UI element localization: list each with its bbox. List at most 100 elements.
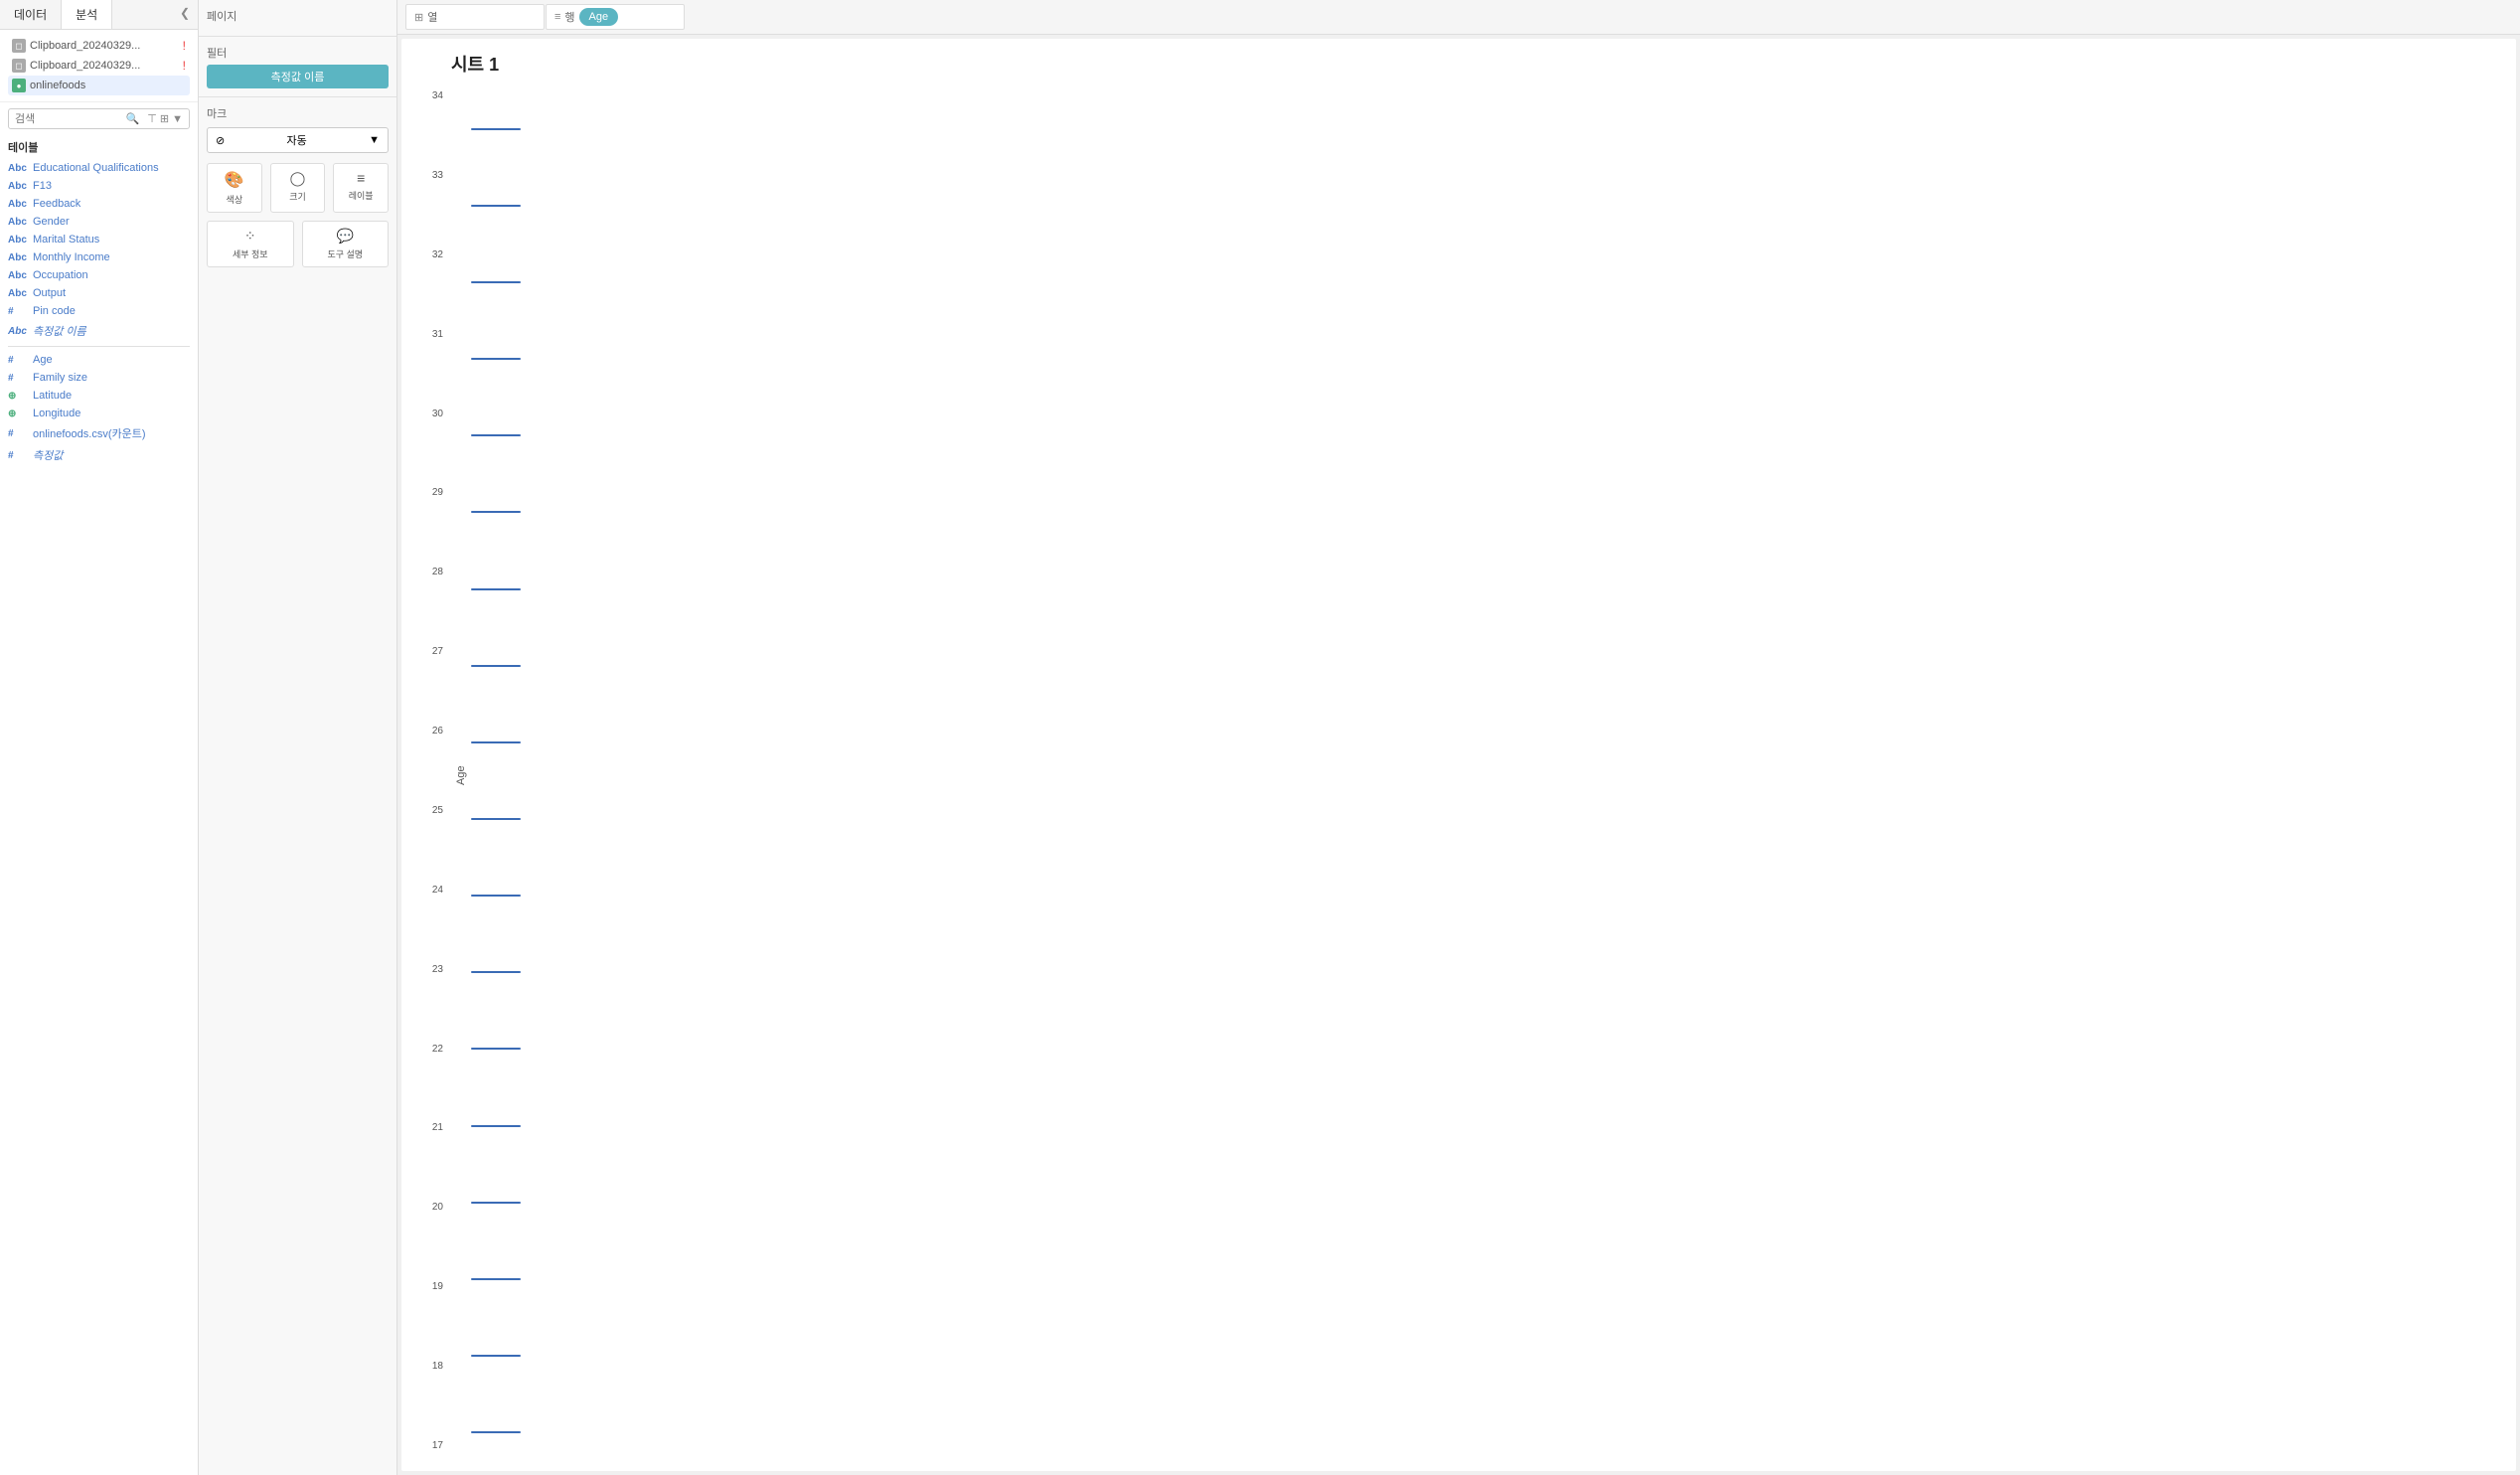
- field-marital-status[interactable]: Abc Marital Status: [0, 231, 198, 248]
- field-longitude[interactable]: ⊕ Longitude: [0, 405, 198, 422]
- chart-row-26: [471, 704, 2516, 780]
- field-monthly-income[interactable]: Abc Monthly Income: [0, 248, 198, 266]
- datasource-clipboard1[interactable]: ◻ Clipboard_20240329... !: [8, 36, 190, 56]
- filter-icons: ⊤ ⊞ ▼: [147, 112, 183, 125]
- y-label-17: 17: [432, 1440, 443, 1451]
- mark-line-20: [471, 1202, 521, 1204]
- error-dot-1: !: [183, 39, 186, 53]
- field-type-geo: ⊕: [8, 391, 28, 402]
- mark-line-25: [471, 818, 521, 820]
- y-label-33: 33: [432, 170, 443, 181]
- left-panel: 데이터 분석 ❮ ◻ Clipboard_20240329... ! ◻ Cli…: [0, 0, 199, 1475]
- y-label-28: 28: [432, 567, 443, 577]
- field-count[interactable]: # onlinefoods.csv(카운트): [0, 422, 198, 444]
- field-f13[interactable]: Abc F13: [0, 177, 198, 195]
- error-dot-2: !: [183, 59, 186, 73]
- mark-line-17: [471, 1431, 521, 1433]
- field-occupation[interactable]: Abc Occupation: [0, 266, 198, 284]
- field-measure-values[interactable]: # 측정값: [0, 444, 198, 466]
- size-icon: ◯: [290, 170, 306, 187]
- field-name: 측정값 이름: [33, 323, 86, 339]
- mark-line-24: [471, 895, 521, 897]
- tab-close-icon[interactable]: ❮: [172, 0, 198, 29]
- field-name: Monthly Income: [33, 251, 110, 263]
- field-type-abc: Abc: [8, 270, 28, 281]
- marks-label: 마크: [207, 105, 389, 121]
- datasource-clipboard1-label: Clipboard_20240329...: [30, 40, 140, 52]
- chart-row-23: [471, 934, 2516, 1011]
- y-label-26: 26: [432, 726, 443, 737]
- mark-btn-color[interactable]: 🎨 색상: [207, 163, 262, 213]
- y-label-34: 34: [432, 90, 443, 101]
- marks-buttons-grid: 🎨 색상 ◯ 크기 ≡ 레이블: [207, 163, 389, 213]
- field-measure-names[interactable]: Abc 측정값 이름: [0, 320, 198, 342]
- marks-dropdown[interactable]: ⊘ 자동 ▼: [207, 127, 389, 153]
- chart-row-19: [471, 1240, 2516, 1317]
- field-type-abc: Abc: [8, 181, 28, 192]
- color-icon: 🎨: [225, 170, 244, 190]
- marks-row2: ⁘ 세부 정보 💬 도구 설명: [207, 221, 389, 267]
- mark-line-26: [471, 741, 521, 743]
- field-latitude[interactable]: ⊕ Latitude: [0, 387, 198, 405]
- field-name: Longitude: [33, 408, 80, 419]
- y-label-32: 32: [432, 249, 443, 260]
- clipboard-icon-2: ◻: [12, 59, 26, 73]
- field-family-size[interactable]: # Family size: [0, 369, 198, 387]
- onlinefoods-icon: ●: [12, 79, 26, 92]
- row-shelf-pill[interactable]: Age: [579, 8, 619, 26]
- mark-line-22: [471, 1048, 521, 1050]
- field-feedback[interactable]: Abc Feedback: [0, 195, 198, 213]
- mark-line-30: [471, 434, 521, 436]
- chart-container: 34 33 32 31 30 29 28 27 26 25 24 23 22 2…: [401, 81, 2516, 1471]
- field-age[interactable]: # Age: [0, 351, 198, 369]
- field-pin-code[interactable]: # Pin code: [0, 302, 198, 320]
- chart-row-27: [471, 627, 2516, 704]
- datasource-onlinefoods[interactable]: ● onlinefoods: [8, 76, 190, 95]
- chart-row-29: [471, 474, 2516, 551]
- y-label-27: 27: [432, 646, 443, 657]
- filter-icon[interactable]: ⊤: [147, 112, 157, 125]
- mark-btn-tooltip[interactable]: 💬 도구 설명: [302, 221, 390, 267]
- filter-pill[interactable]: 측정값 이름: [207, 65, 389, 88]
- field-name: Marital Status: [33, 234, 99, 246]
- mark-line-29: [471, 511, 521, 513]
- chart-with-axis: Age: [451, 81, 2516, 1471]
- field-type-geo: ⊕: [8, 409, 28, 419]
- field-type-abc: Abc: [8, 163, 28, 174]
- marks-dropdown-arrow: ▼: [369, 134, 380, 146]
- mark-btn-detail[interactable]: ⁘ 세부 정보: [207, 221, 294, 267]
- field-gender[interactable]: Abc Gender: [0, 213, 198, 231]
- field-type-hash: #: [8, 428, 28, 439]
- chart-lines-area: [471, 81, 2516, 1471]
- field-educational-qualifications[interactable]: Abc Educational Qualifications: [0, 159, 198, 177]
- mark-btn-label[interactable]: ≡ 레이블: [333, 163, 389, 213]
- datasource-clipboard2[interactable]: ◻ Clipboard_20240329... !: [8, 56, 190, 76]
- field-type-abc: Abc: [8, 217, 28, 228]
- tab-analysis[interactable]: 분석: [62, 0, 112, 29]
- marks-auto-icon: ⊘: [216, 134, 225, 147]
- mark-line-19: [471, 1278, 521, 1280]
- chart-row-17: [471, 1394, 2516, 1471]
- y-label-19: 19: [432, 1281, 443, 1292]
- field-type-hash: #: [8, 306, 28, 317]
- y-label-31: 31: [432, 329, 443, 340]
- chart-row-33: [471, 167, 2516, 244]
- tab-data[interactable]: 데이터: [0, 0, 62, 29]
- y-label-23: 23: [432, 964, 443, 975]
- mark-btn-size[interactable]: ◯ 크기: [270, 163, 326, 213]
- middle-panel: 페이지 필터 측정값 이름 마크 ⊘ 자동 ▼ 🎨 색상 ◯ 크기: [199, 0, 397, 1475]
- y-label-21: 21: [432, 1122, 443, 1133]
- dropdown-icon[interactable]: ▼: [172, 113, 183, 125]
- field-divider: [8, 346, 190, 347]
- chart-row-31: [471, 320, 2516, 397]
- search-input[interactable]: [15, 113, 122, 125]
- chart-row-25: [471, 780, 2516, 857]
- field-output[interactable]: Abc Output: [0, 284, 198, 302]
- grid-icon[interactable]: ⊞: [160, 112, 169, 125]
- field-name: Occupation: [33, 269, 88, 281]
- chart-row-32: [471, 244, 2516, 320]
- field-name: Pin code: [33, 305, 76, 317]
- pages-label: 페이지: [207, 8, 389, 24]
- chart-row-28: [471, 551, 2516, 627]
- chart-row-30: [471, 398, 2516, 474]
